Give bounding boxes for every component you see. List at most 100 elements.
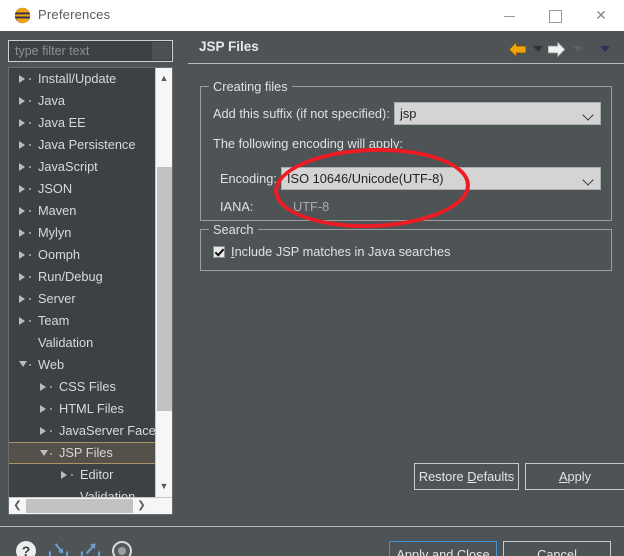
sidebar-item-label: JavaServer Faces To: [59, 423, 156, 438]
sidebar-item-label: JSP Files: [59, 445, 113, 460]
arrow-right-icon[interactable]: [548, 42, 565, 57]
vertical-scrollbar-thumb[interactable]: [157, 167, 172, 411]
sidebar-item-label: Mylyn: [38, 225, 72, 240]
maximize-button[interactable]: [532, 0, 578, 30]
sidebar-item-jsp-files[interactable]: JSP Files: [9, 442, 156, 464]
tree-node-dot: [29, 144, 31, 146]
sidebar-item-run-debug[interactable]: Run/Debug: [9, 266, 156, 288]
tree-expand-arrow-closed[interactable]: [19, 273, 26, 282]
restore-defaults-button[interactable]: Restore Defaults: [414, 463, 519, 490]
tree-expand-arrow-closed[interactable]: [40, 405, 47, 414]
tree-expand-arrow-closed[interactable]: [40, 383, 47, 392]
suffix-combo[interactable]: jsp: [394, 102, 601, 125]
sidebar-item-label: Validation: [80, 489, 136, 497]
sidebar-item-label: CSS Files: [59, 379, 116, 394]
oomph-recorder-icon[interactable]: [112, 541, 132, 556]
export-icon[interactable]: [80, 541, 101, 556]
forward-history-dropdown-icon[interactable]: [573, 46, 583, 52]
tree-expand-arrow-closed[interactable]: [19, 185, 26, 194]
cancel-button[interactable]: Cancel: [503, 541, 611, 556]
import-icon[interactable]: [48, 541, 69, 556]
page-header: JSP Files: [188, 31, 624, 64]
sidebar-item-label: Validation: [38, 335, 94, 350]
scroll-right-icon[interactable]: ❯: [133, 498, 150, 514]
scroll-left-icon[interactable]: ❮: [9, 498, 26, 514]
tree-node-dot: [29, 122, 31, 124]
apply-and-close-button[interactable]: Apply and Close: [389, 541, 497, 556]
sidebar-item-web[interactable]: Web: [9, 354, 156, 376]
apply-button[interactable]: Apply: [525, 463, 624, 490]
suffix-label: Add this suffix (if not specified):: [213, 106, 390, 121]
help-icon[interactable]: ?: [16, 541, 36, 556]
sidebar-item-json[interactable]: JSON: [9, 178, 156, 200]
sidebar-item-label: Java EE: [38, 115, 86, 130]
sidebar-item-java[interactable]: Java: [9, 90, 156, 112]
filter-input-wrapper[interactable]: type filter text: [8, 40, 173, 62]
tree-node-dot: [29, 188, 31, 190]
sidebar-item-java-persistence[interactable]: Java Persistence: [9, 134, 156, 156]
include-jsp-matches-row[interactable]: Include JSP matches in Java searches: [213, 244, 451, 259]
preferences-tree[interactable]: Install/Update Java Java EE Java Persistenc…: [8, 67, 173, 515]
sidebar-item-maven[interactable]: Maven: [9, 200, 156, 222]
preferences-dialog: Preferences ✕ type filter text Install/U…: [0, 0, 624, 556]
tree-vertical-scrollbar[interactable]: ▲ ▼: [155, 68, 172, 497]
sidebar-item-server[interactable]: Server: [9, 288, 156, 310]
filter-placeholder: type filter text: [15, 44, 90, 58]
tree-node-dot: [71, 474, 73, 476]
sidebar-item-oomph[interactable]: Oomph: [9, 244, 156, 266]
tree-expand-arrow-open[interactable]: [19, 361, 28, 368]
tree-node-dot: [29, 276, 31, 278]
tree-expand-arrow-closed[interactable]: [19, 75, 26, 84]
close-button[interactable]: ✕: [578, 0, 624, 30]
sidebar-item-validation[interactable]: Validation: [9, 486, 156, 497]
scroll-up-icon[interactable]: ▲: [156, 70, 172, 87]
creating-files-group-title: Creating files: [209, 79, 292, 94]
tree-expand-arrow-closed[interactable]: [19, 251, 26, 260]
back-history-dropdown-icon[interactable]: [533, 46, 543, 52]
tree-node-dot: [29, 364, 31, 366]
window-titlebar: Preferences ✕: [0, 0, 624, 32]
scroll-down-icon[interactable]: ▼: [156, 478, 172, 495]
sidebar-item-team[interactable]: Team: [9, 310, 156, 332]
sidebar-item-css-files[interactable]: CSS Files: [9, 376, 156, 398]
sidebar-item-label: Maven: [38, 203, 77, 218]
sidebar-item-install-update[interactable]: Install/Update: [9, 68, 156, 90]
tree-expand-arrow-closed[interactable]: [19, 119, 26, 128]
filter-clear-button[interactable]: [152, 42, 171, 60]
sidebar-item-javascript[interactable]: JavaScript: [9, 156, 156, 178]
sidebar-item-label: Server: [38, 291, 76, 306]
sidebar-item-java-ee[interactable]: Java EE: [9, 112, 156, 134]
sidebar-item-label: Oomph: [38, 247, 80, 262]
include-jsp-matches-checkbox[interactable]: [213, 246, 225, 258]
tree-expand-arrow-closed[interactable]: [19, 141, 26, 150]
tree-expand-arrow-closed[interactable]: [19, 295, 26, 304]
tree-expand-arrow-open[interactable]: [40, 450, 49, 457]
page-menu-dropdown-icon[interactable]: [600, 46, 610, 52]
sidebar-item-javaserver-faces-to[interactable]: JavaServer Faces To: [9, 420, 156, 442]
suffix-value: jsp: [400, 106, 417, 121]
tree-expand-arrow-closed[interactable]: [19, 229, 26, 238]
tree-expand-arrow-closed[interactable]: [19, 97, 26, 106]
sidebar-item-editor[interactable]: Editor: [9, 464, 156, 486]
chevron-down-icon: [582, 109, 594, 121]
eclipse-icon: [14, 7, 31, 24]
arrow-left-icon[interactable]: [509, 42, 526, 57]
tree-expand-arrow-closed[interactable]: [19, 207, 26, 216]
tree-node-dot: [50, 453, 52, 455]
tree-node-dot: [29, 298, 31, 300]
sidebar-item-html-files[interactable]: HTML Files: [9, 398, 156, 420]
restore-defaults-pre: Restore: [418, 469, 468, 484]
search-group: Search Include JSP matches in Java searc…: [200, 222, 612, 271]
sidebar-item-validation[interactable]: Validation: [9, 332, 156, 354]
sidebar-item-label: Team: [38, 313, 70, 328]
minimize-button[interactable]: [486, 0, 532, 30]
tree-horizontal-scrollbar[interactable]: ❮ ❯: [9, 497, 172, 514]
tree-expand-arrow-closed[interactable]: [19, 317, 26, 326]
sidebar-item-label: Java Persistence: [38, 137, 136, 152]
tree-expand-arrow-closed[interactable]: [19, 163, 26, 172]
sidebar-item-mylyn[interactable]: Mylyn: [9, 222, 156, 244]
horizontal-scrollbar-thumb[interactable]: [26, 499, 133, 513]
tree-expand-arrow-closed[interactable]: [40, 427, 47, 436]
tree-expand-arrow-closed[interactable]: [61, 471, 68, 480]
include-jsp-matches-label: Include JSP matches in Java searches: [231, 244, 451, 259]
